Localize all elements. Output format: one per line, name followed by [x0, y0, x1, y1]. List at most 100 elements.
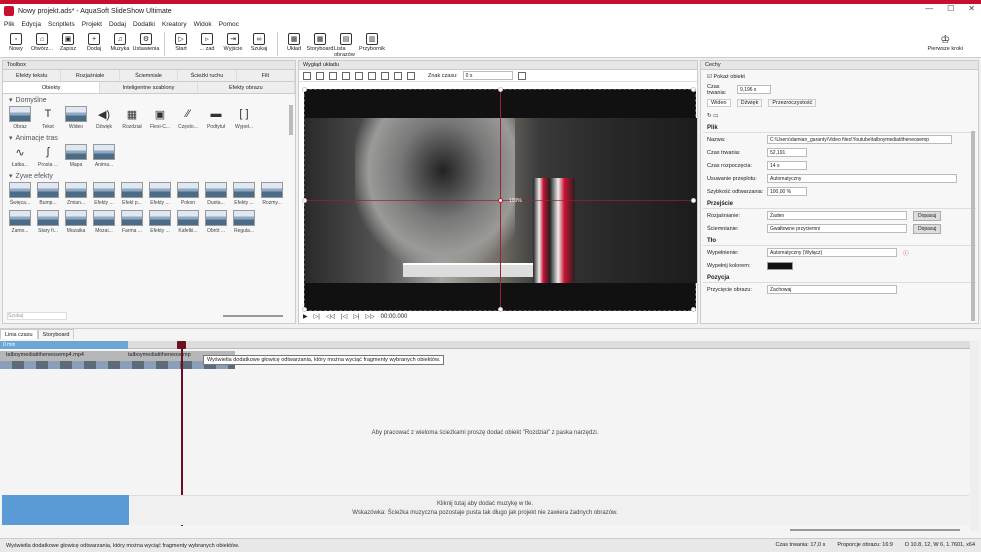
- tool-item[interactable]: ▦ Rozdział: [119, 106, 145, 131]
- center-handle[interactable]: [498, 198, 503, 203]
- maximize-button[interactable]: ☐: [947, 4, 954, 13]
- layout-button[interactable]: ▦ Układ: [282, 30, 306, 52]
- tool-item[interactable]: Zmian...: [63, 182, 89, 206]
- tool-item[interactable]: Duota...: [203, 182, 229, 206]
- tool-item[interactable]: Pokon: [175, 182, 201, 206]
- tool-item[interactable]: Mozai...: [91, 210, 117, 234]
- tool-item[interactable]: ∫ Prosta ...: [35, 144, 61, 168]
- toolbox-tab[interactable]: Obiekty: [3, 82, 101, 93]
- search-button[interactable]: ∞ Szukaj: [247, 30, 271, 52]
- tool-item[interactable]: Święca...: [7, 182, 33, 206]
- toolbox-search-input[interactable]: Szukaj: [7, 312, 67, 320]
- tool-item[interactable]: Efekty ...: [147, 210, 173, 234]
- resize-handle-bl[interactable]: [302, 307, 307, 312]
- tool-item[interactable]: [ ] Wypeł...: [231, 106, 257, 130]
- toolbox-tab[interactable]: Ścieżki ruchu: [178, 70, 237, 81]
- tool-item[interactable]: Stary fi...: [35, 210, 61, 234]
- play-from-icon[interactable]: ▷|: [314, 313, 320, 320]
- tool-item[interactable]: Kafelki...: [175, 210, 201, 234]
- toolbox-tab[interactable]: Ściemniale: [120, 70, 179, 81]
- new-file-button[interactable]: ▫ Nowy: [4, 30, 28, 52]
- video-clip[interactable]: talboymediatitheneosemp4.mp4 talboymedia…: [0, 351, 235, 369]
- timeline-scrollbar[interactable]: [970, 341, 979, 531]
- playhead-handle[interactable]: [177, 341, 186, 349]
- fill-color-swatch[interactable]: [767, 261, 793, 270]
- section-header[interactable]: ▾ Żywe efekty: [3, 170, 295, 182]
- tool-item[interactable]: ⁄⁄ Często...: [175, 106, 201, 130]
- field-input[interactable]: C:\Users\damian_garanty\Video files\Yout…: [767, 135, 952, 144]
- link-icon[interactable]: ↻: [707, 113, 712, 119]
- adjust-button[interactable]: Dopasuj: [913, 223, 942, 234]
- image-list-button[interactable]: ▤ Lista obrazów: [334, 30, 358, 58]
- play-from-button[interactable]: ▹... zad: [195, 30, 219, 52]
- zoom-in-icon[interactable]: [329, 71, 337, 80]
- resize-handle-t[interactable]: [498, 87, 503, 92]
- tool-item[interactable]: Wideo: [63, 106, 89, 130]
- forward-icon[interactable]: ▷▷: [365, 313, 374, 320]
- tool-item[interactable]: Efekty ...: [231, 182, 257, 206]
- tool-item[interactable]: ▬ Podtytuł: [203, 106, 229, 130]
- grid-icon[interactable]: [368, 71, 376, 80]
- resize-handle-tr[interactable]: [691, 87, 696, 92]
- tool-item[interactable]: T Tekst: [35, 106, 61, 130]
- toolbox-tab[interactable]: Inteligentne szablony: [100, 82, 198, 93]
- next-icon[interactable]: ▷|: [353, 313, 359, 320]
- properties-scrollbar[interactable]: [971, 131, 975, 321]
- menu-item-3[interactable]: Projekt: [82, 21, 102, 28]
- props-tab[interactable]: Wideo: [707, 98, 731, 107]
- tool-item[interactable]: ◀) Dźwięk: [91, 106, 117, 131]
- section-header[interactable]: ▾ Animacje tras: [3, 132, 295, 144]
- transition-select[interactable]: Żaden: [767, 211, 907, 220]
- transition-select[interactable]: Gwałtowne przyciemni: [767, 224, 907, 233]
- toolbox-tab[interactable]: Efekty tekstu: [3, 70, 62, 81]
- fill-select[interactable]: Automatyczny (Wyłącz): [767, 248, 897, 257]
- tool-item[interactable]: Efekty ...: [91, 182, 117, 206]
- props-tab[interactable]: Dźwięk: [736, 98, 763, 107]
- save-button[interactable]: ▣ Zapisz: [56, 30, 80, 52]
- select-tool-icon[interactable]: [303, 71, 311, 80]
- tool-item[interactable]: Regula...: [231, 210, 257, 234]
- crop-select[interactable]: Zachowaj: [767, 285, 897, 294]
- preview-stage[interactable]: 100%: [302, 87, 697, 312]
- toolbox-scrollbar[interactable]: [289, 105, 293, 135]
- field-input[interactable]: 52,191: [767, 148, 807, 157]
- timeline-zoom-slider[interactable]: [790, 529, 960, 531]
- minimize-button[interactable]: —: [925, 4, 933, 13]
- toolbox-tab[interactable]: Rozjaśniale: [61, 70, 120, 81]
- snapshot-icon[interactable]: [517, 71, 526, 80]
- tool-item[interactable]: Mapa: [63, 144, 89, 168]
- zoom-fit-icon[interactable]: [355, 71, 363, 80]
- resize-handle-br[interactable]: [691, 307, 696, 312]
- settings-button[interactable]: ⚙ Ustawienia: [133, 30, 159, 52]
- field-input[interactable]: Automatyczny: [767, 174, 957, 183]
- menu-item-0[interactable]: Plik: [4, 21, 14, 28]
- toolbox-tab[interactable]: Filt: [237, 70, 296, 81]
- props-tab[interactable]: Przezroczystość: [768, 98, 817, 107]
- tool-item[interactable]: Obraz: [7, 106, 33, 130]
- time-ruler[interactable]: 0 min: [0, 341, 971, 349]
- menu-item-1[interactable]: Edycja: [21, 21, 41, 28]
- field-input[interactable]: 14 s: [767, 161, 807, 170]
- tool-item[interactable]: ▣ Flexi-C...: [147, 106, 173, 131]
- tool-item[interactable]: Efekt p...: [119, 182, 145, 206]
- open-button[interactable]: ⌂ Otwórz...: [30, 30, 54, 52]
- tool-item[interactable]: Zamo...: [7, 210, 33, 234]
- tool-item[interactable]: Mozaika: [63, 210, 89, 234]
- selection-range[interactable]: [0, 341, 128, 349]
- frame-icon[interactable]: [407, 71, 415, 80]
- znak-czasu-input[interactable]: 0 s: [462, 71, 513, 80]
- tool-item[interactable]: ∿ Łatka...: [7, 144, 33, 169]
- menu-item-7[interactable]: Widok: [194, 21, 212, 28]
- guides-icon[interactable]: [381, 71, 389, 80]
- prev-icon[interactable]: |◁: [341, 313, 347, 320]
- tool-item[interactable]: Rozmy...: [259, 182, 285, 206]
- crop-tool-icon[interactable]: [316, 71, 324, 80]
- resize-handle-r[interactable]: [691, 198, 696, 203]
- menu-item-2[interactable]: Scriptlets: [48, 21, 75, 28]
- close-button[interactable]: ✕: [968, 4, 975, 13]
- music-button[interactable]: ♫ Muzyka: [108, 30, 132, 52]
- adjust-button[interactable]: Dopasuj: [913, 210, 942, 221]
- menu-item-6[interactable]: Kreatory: [162, 21, 187, 28]
- export-button[interactable]: ⇥ Wyjście: [221, 30, 245, 52]
- toolbox-button[interactable]: ▥ Przybornik: [359, 30, 385, 52]
